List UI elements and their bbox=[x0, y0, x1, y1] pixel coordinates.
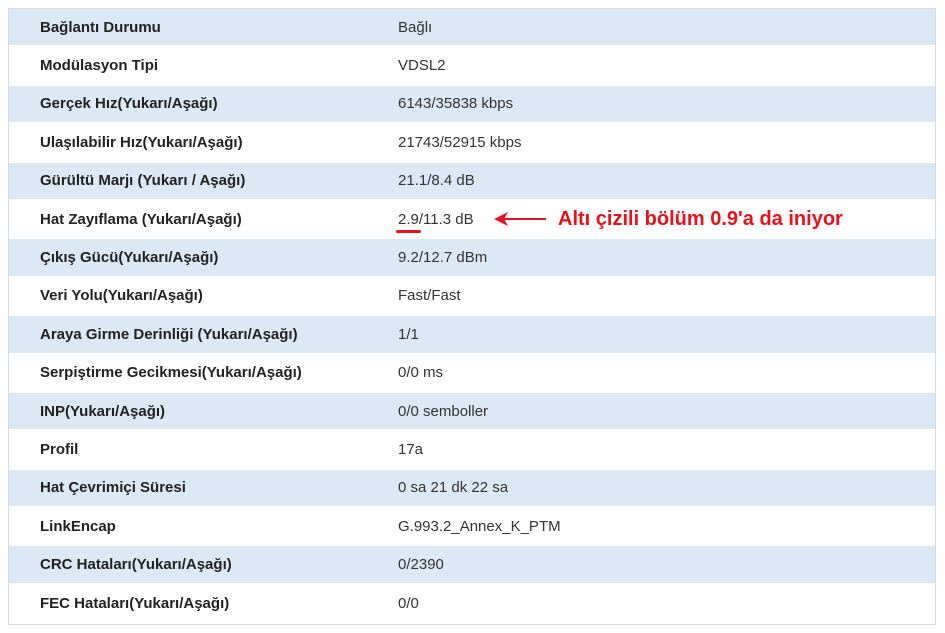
table-row: Modülasyon Tipi VDSL2 bbox=[9, 47, 935, 86]
row-value: 0 sa 21 dk 22 sa bbox=[398, 479, 509, 497]
row-label: CRC Hataları(Yukarı/Aşağı) bbox=[40, 556, 232, 574]
red-underline-mark bbox=[396, 229, 421, 233]
row-label: Veri Yolu(Yukarı/Aşağı) bbox=[40, 287, 203, 305]
row-label: Gerçek Hız(Yukarı/Aşağı) bbox=[40, 95, 218, 113]
row-label: Ulaşılabilir Hız(Yukarı/Aşağı) bbox=[40, 133, 243, 151]
table-row: Serpiştirme Gecikmesi(Yukarı/Aşağı) 0/0 … bbox=[9, 354, 935, 393]
row-value: 21.1/8.4 dB bbox=[398, 172, 475, 190]
row-value-rest: /11.3 dB bbox=[418, 210, 474, 228]
row-label: FEC Hataları(Yukarı/Aşağı) bbox=[40, 594, 230, 612]
row-label: Araya Girme Derinliği (Yukarı/Aşağı) bbox=[40, 325, 298, 343]
annotation-text: Altı çizili bölüm 0.9'a da iniyor bbox=[558, 207, 843, 230]
annotation-callout: Altı çizili bölüm 0.9'a da iniyor bbox=[492, 207, 843, 231]
row-value: VDSL2 bbox=[398, 57, 446, 75]
table-row: INP(Yukarı/Aşağı) 0/0 semboller bbox=[9, 392, 935, 432]
table-row: Ulaşılabilir Hız(Yukarı/Aşağı) 21743/529… bbox=[9, 124, 935, 163]
dsl-status-table: Bağlantı Durumu Bağlı Modülasyon Tipi VD… bbox=[8, 8, 936, 625]
row-label: Hat Zayıflama (Yukarı/Aşağı) bbox=[40, 210, 242, 228]
row-value: 2.9/11.3 dB bbox=[396, 210, 474, 233]
row-value: G.993.2_Annex_K_PTM bbox=[398, 517, 561, 535]
row-label: Çıkış Gücü(Yukarı/Aşağı) bbox=[40, 249, 219, 267]
row-value: 9.2/12.7 dBm bbox=[398, 249, 488, 267]
table-row: LinkEncap G.993.2_Annex_K_PTM bbox=[9, 508, 935, 547]
highlighted-value-text: 2.9 bbox=[398, 210, 419, 228]
table-row: Profil 17a bbox=[9, 431, 935, 470]
row-label: Profil bbox=[40, 440, 79, 458]
table-row: Gürültü Marjı (Yukarı / Aşağı) 21.1/8.4 … bbox=[9, 162, 935, 201]
row-label: LinkEncap bbox=[40, 517, 116, 535]
row-value: Bağlı bbox=[398, 18, 433, 36]
table-row: Gerçek Hız(Yukarı/Aşağı) 6143/35838 kbps bbox=[9, 85, 935, 125]
row-label: Serpiştirme Gecikmesi(Yukarı/Aşağı) bbox=[40, 364, 302, 382]
table-row: Çıkış Gücü(Yukarı/Aşağı) 9.2/12.7 dBm bbox=[9, 239, 935, 278]
row-value: 1/1 bbox=[398, 325, 419, 343]
row-value: 0/0 semboller bbox=[398, 402, 489, 420]
row-value: 0/2390 bbox=[398, 556, 444, 574]
row-value: Fast/Fast bbox=[398, 287, 461, 305]
table-row: CRC Hataları(Yukarı/Aşağı) 0/2390 bbox=[9, 546, 935, 585]
table-row: Hat Çevrimiçi Süresi 0 sa 21 dk 22 sa bbox=[9, 469, 935, 509]
row-label: INP(Yukarı/Aşağı) bbox=[40, 402, 166, 420]
row-label: Hat Çevrimiçi Süresi bbox=[40, 479, 186, 497]
table-row: Veri Yolu(Yukarı/Aşağı) Fast/Fast bbox=[9, 277, 935, 317]
row-value: 0/0 bbox=[398, 594, 419, 612]
table-row: Bağlantı Durumu Bağlı bbox=[9, 9, 935, 48]
row-value: 21743/52915 kbps bbox=[398, 133, 522, 151]
highlighted-value: 2.9 bbox=[396, 210, 421, 233]
row-value: 17a bbox=[398, 440, 424, 458]
row-value: 6143/35838 kbps bbox=[398, 95, 514, 113]
row-label: Bağlantı Durumu bbox=[40, 18, 161, 36]
table-row: Araya Girme Derinliği (Yukarı/Aşağı) 1/1 bbox=[9, 316, 935, 355]
red-arrow-icon bbox=[494, 212, 546, 226]
row-label: Modülasyon Tipi bbox=[40, 57, 159, 75]
row-value: 0/0 ms bbox=[398, 364, 444, 382]
row-label: Gürültü Marjı (Yukarı / Aşağı) bbox=[40, 172, 246, 190]
table-row: FEC Hataları(Yukarı/Aşağı) 0/0 bbox=[9, 584, 935, 624]
